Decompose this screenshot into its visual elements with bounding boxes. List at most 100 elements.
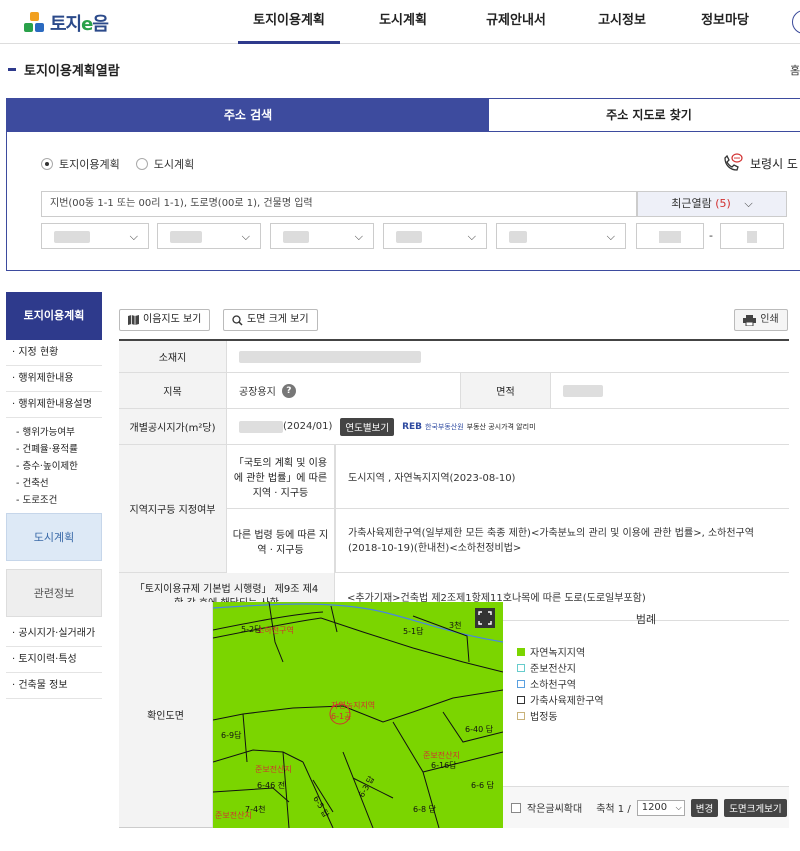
open-map-button[interactable]: 이음지도 보기 — [119, 309, 211, 331]
reb-link[interactable]: REB 한국부동산원 부동산 공시가격 알리미 — [402, 422, 535, 432]
area-label: 면적 — [461, 373, 551, 408]
land-info-table: 소재지 지목 공장용지 ? 면적 개별공시지가(m²당) (2024/01) 연… — [119, 339, 789, 828]
year-view-button[interactable]: 연도별보기 — [340, 417, 395, 436]
enlarge-drawing-button[interactable]: 도면크게보기 — [724, 798, 787, 817]
location-value — [227, 341, 789, 372]
main-number-input[interactable] — [636, 223, 704, 249]
legend-item: 소하천구역 — [517, 676, 576, 691]
table-row: 확인도면 5-2답 소하천구역 5-1답 3천 자연녹지지역 6-1공 6-9답… — [119, 602, 789, 828]
scale-change-button[interactable]: 변경 — [690, 798, 719, 817]
help-icon[interactable]: ? — [281, 383, 296, 398]
law2-label: 다른 법령 등에 따른 지역 · 지구등 — [227, 509, 335, 573]
legend-swatch-icon — [517, 711, 525, 720]
nav-item-info[interactable]: 정보마당 — [678, 0, 772, 44]
radio-cityplan[interactable]: 도시계획 — [135, 156, 194, 172]
chevron-down-icon: ⌵ — [241, 230, 250, 243]
table-row: 지목 공장용지 ? 면적 — [119, 373, 789, 409]
menu-button[interactable] — [792, 10, 800, 34]
select-sido[interactable]: ⌵ — [41, 223, 149, 249]
select-sigungu[interactable]: ⌵ — [157, 223, 261, 249]
radio-landuse[interactable]: 토지이용계획 — [41, 156, 120, 172]
map-label-text: 6-16답 — [431, 760, 457, 770]
small-font-checkbox[interactable] — [511, 802, 521, 813]
map-label-text: 6-9답 — [221, 730, 242, 740]
table-row: 소재지 — [119, 341, 789, 373]
map-label-text: 5-1답 — [403, 626, 424, 636]
chevron-down-icon: ⌵ — [675, 802, 682, 812]
confirmation-map[interactable]: 5-2답 소하천구역 5-1답 3천 자연녹지지역 6-1공 6-9답 6-40… — [213, 602, 503, 828]
logo-text: 토지e음 — [50, 14, 109, 35]
scale-select[interactable]: 1200 ⌵ — [636, 799, 685, 816]
side-nav-related[interactable]: 관련정보 — [6, 569, 102, 617]
side-nav-item-status[interactable]: 지정 현황 — [6, 340, 102, 366]
nav-item-guide[interactable]: 규제안내서 — [466, 0, 566, 44]
printer-icon — [743, 314, 757, 326]
print-button[interactable]: 인쇄 — [734, 309, 788, 331]
nav-item-cityplan[interactable]: 도시계획 — [340, 0, 466, 44]
side-nav-item-restriction[interactable]: 행위제한내용 — [6, 366, 102, 392]
phone-chat-icon — [724, 153, 743, 171]
legend-swatch-icon — [517, 663, 525, 672]
map-label-text: 6-40 답 — [465, 724, 494, 734]
nav-item-landuse[interactable]: 토지이용계획 — [238, 0, 340, 44]
side-nav-related-price[interactable]: 공시지가·실거래가 — [6, 621, 102, 647]
map-drawing: 5-2답 소하천구역 5-1답 3천 자연녹지지역 6-1공 6-9답 6-40… — [213, 602, 503, 828]
side-nav-sub-road[interactable]: 도로조건 — [6, 492, 102, 509]
legend-swatch-icon — [517, 679, 525, 688]
legend-item: 법정동 — [517, 708, 558, 723]
price-value: (2024/01) 연도별보기 REB 한국부동산원 부동산 공시가격 알리미 — [227, 409, 789, 444]
side-nav-item-restriction-desc[interactable]: 행위제한내용설명 — [6, 392, 102, 418]
side-nav-sub-buildline[interactable]: 건축선 — [6, 475, 102, 492]
map-label-text: 6-46 전 — [257, 780, 285, 790]
map-label-text: 준보전산지 — [215, 810, 252, 820]
legend-item: 가축사육제한구역 — [517, 692, 604, 707]
nav-item-notice[interactable]: 고시정보 — [566, 0, 678, 44]
select-ri[interactable]: ⌵ — [383, 223, 487, 249]
zoom-drawing-button[interactable]: 도면 크게 보기 — [223, 309, 318, 331]
chevron-down-icon: ⌵ — [129, 230, 138, 243]
side-nav-sub-possible[interactable]: 행위가능여부 — [6, 424, 102, 441]
map-label-text: 준보전산지 — [423, 750, 460, 760]
map-label-text: 6-1공 — [331, 712, 351, 721]
map-label-text: 6-6 답 — [471, 780, 495, 790]
jimok-label: 지목 — [119, 373, 227, 408]
side-nav-cityplan[interactable]: 도시계획 — [6, 513, 102, 561]
map-legend: 범례 자연녹지지역 준보전산지 소하천구역 가축사육제한구역 법정동 작은글씨확… — [503, 602, 789, 828]
chevron-down-icon: ⌵ — [354, 230, 363, 243]
tab-address-search[interactable]: 주소 검색 — [7, 99, 489, 132]
table-row: 개별공시지가(m²당) (2024/01) 연도별보기 REB 한국부동산원 부… — [119, 409, 789, 445]
side-nav-related-building[interactable]: 건축물 정보 — [6, 673, 102, 699]
search-icon — [232, 314, 243, 326]
breadcrumb-home[interactable]: 홈 — [790, 62, 800, 78]
radio-checked-icon — [41, 158, 53, 170]
side-nav-sub-ratio[interactable]: 건폐율·용적률 — [6, 441, 102, 458]
tab-map-search[interactable]: 주소 지도로 찾기 — [489, 99, 800, 132]
map-label-text: 3천 — [449, 620, 461, 630]
side-nav-sub-height[interactable]: 층수·높이제한 — [6, 458, 102, 475]
select-eupmyeondong[interactable]: ⌵ — [270, 223, 374, 249]
legend-title: 범례 — [635, 613, 657, 626]
select-land-type[interactable]: ⌵ — [496, 223, 626, 249]
side-nav-related-history[interactable]: 토지이력·특성 — [6, 647, 102, 673]
map-label-text: 준보전산지 — [255, 764, 292, 774]
sub-number-input[interactable] — [720, 223, 784, 249]
law2-value: 가축사육제한구역(일부제한 모든 축종 제한)<가축분뇨의 관리 및 이용에 관… — [335, 509, 789, 573]
fullscreen-icon[interactable] — [475, 608, 495, 628]
table-row: 지역지구등 지정여부 「국토의 계획 및 이용에 관한 법률」에 따른 지역 ·… — [119, 445, 789, 573]
zone-label: 지역지구등 지정여부 — [119, 445, 227, 572]
recent-count-badge: (5) — [715, 197, 731, 210]
logo[interactable]: 토지e음 — [24, 10, 109, 36]
header: 토지e음 토지이용계획 도시계획 규제안내서 고시정보 정보마당 — [0, 0, 800, 44]
recent-view-dropdown[interactable]: 최근열람 (5) ⌵ — [637, 191, 787, 217]
legend-swatch-icon — [517, 647, 525, 656]
map-label-text: 소하천구역 — [257, 625, 294, 635]
logo-mark-icon — [24, 12, 46, 34]
map-label: 확인도면 — [119, 602, 213, 827]
city-contact-link[interactable]: 보령시 도 — [722, 153, 798, 173]
map-label-text: 6-8 답 — [413, 804, 437, 814]
address-search-input[interactable]: 지번(00동 1-1 또는 00리 1-1), 도로명(00로 1), 건물명 … — [41, 191, 637, 217]
page-title-text: 토지이용계획열람 — [24, 64, 120, 79]
side-nav-head[interactable]: 토지이용계획 — [6, 292, 102, 340]
location-label: 소재지 — [119, 341, 227, 372]
number-dash: - — [709, 229, 713, 242]
